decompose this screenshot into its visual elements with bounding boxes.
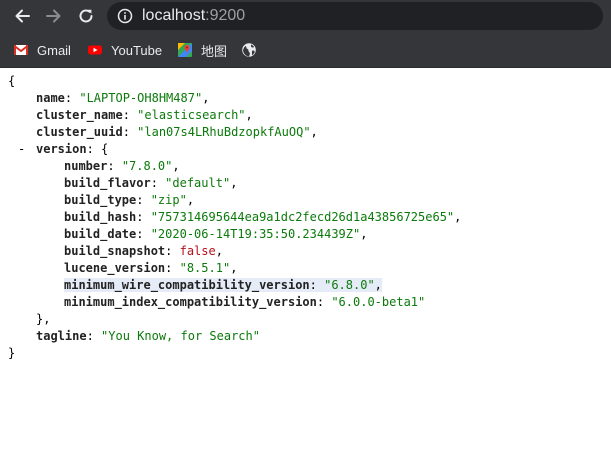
bookmark-label: 地图 bbox=[201, 43, 228, 59]
json-row-version: version: { bbox=[36, 142, 109, 156]
json-row-build-snapshot: build_snapshot: false, bbox=[64, 244, 223, 258]
json-string-value: "You Know, for Search" bbox=[101, 329, 260, 343]
json-object-open: { bbox=[101, 142, 109, 156]
forward-arrow-icon[interactable] bbox=[44, 6, 64, 26]
url-text[interactable]: localhost:9200 bbox=[142, 7, 245, 25]
json-key: build_snapshot bbox=[64, 244, 166, 258]
json-row-cluster-name: cluster_name: "elasticsearch", bbox=[36, 108, 253, 122]
json-row-min-wire: minimum_wire_compatibility_version: "6.8… bbox=[64, 277, 382, 294]
json-string-value: "LAPTOP-OH8HM487" bbox=[79, 91, 203, 105]
json-key: build_hash bbox=[64, 210, 137, 224]
json-key: build_flavor bbox=[64, 176, 151, 190]
bookmark-youtube[interactable]: YouTube bbox=[87, 33, 162, 67]
json-row-tagline: tagline: "You Know, for Search" bbox=[36, 329, 260, 343]
json-key: name bbox=[36, 91, 65, 105]
json-string-value: "zip" bbox=[150, 193, 187, 207]
bookmark-globe[interactable] bbox=[241, 33, 265, 67]
json-key: minimum_wire_compatibility_version bbox=[64, 278, 310, 292]
json-row-min-index: minimum_index_compatibility_version: "6.… bbox=[64, 295, 426, 309]
json-string-value: "2020-06-14T19:35:50.234439Z" bbox=[150, 227, 361, 241]
json-string-value: "default" bbox=[165, 176, 231, 190]
json-viewer: { name: "LAPTOP-OH8HM487", cluster_name:… bbox=[0, 68, 611, 452]
json-string-value: "lan07s4LRhuBdzopkfAuOQ" bbox=[137, 125, 311, 139]
json-string-value: "6.8.0" bbox=[324, 278, 375, 292]
json-string-value: "elasticsearch" bbox=[137, 108, 246, 122]
url-port: :9200 bbox=[205, 7, 246, 24]
json-row-highlight: minimum_wire_compatibility_version: "6.8… bbox=[64, 278, 382, 292]
json-string-value: "6.0.0-beta1" bbox=[331, 295, 426, 309]
browser-toolbar: localhost:9200 bbox=[0, 0, 611, 33]
json-string-value: "7.8.0" bbox=[121, 159, 173, 173]
json-close-brace: } bbox=[8, 346, 16, 360]
gmail-icon bbox=[13, 45, 29, 55]
bookmark-label: YouTube bbox=[111, 42, 163, 58]
json-row-lucene-version: lucene_version: "8.5.1", bbox=[64, 261, 238, 275]
collapse-toggle[interactable]: - bbox=[18, 141, 25, 158]
info-icon[interactable] bbox=[117, 8, 133, 24]
globe-icon bbox=[242, 43, 256, 57]
json-open-brace: { bbox=[8, 74, 16, 88]
json-key: build_date bbox=[64, 227, 137, 241]
json-key: minimum_index_compatibility_version bbox=[64, 295, 317, 309]
address-bar[interactable]: localhost:9200 bbox=[107, 2, 603, 30]
json-string-value: "8.5.1" bbox=[179, 261, 231, 275]
url-host: localhost bbox=[142, 7, 206, 24]
maps-icon bbox=[178, 43, 192, 57]
bookmark-maps[interactable]: 地图 bbox=[177, 33, 227, 67]
json-key: tagline bbox=[36, 329, 87, 343]
json-key: build_type bbox=[64, 193, 137, 207]
json-row-build-type: build_type: "zip", bbox=[64, 193, 195, 207]
json-string-value: "757314695644ea9a1dc2fecd26d1a43856725e6… bbox=[150, 210, 455, 224]
json-key: cluster_name bbox=[36, 108, 123, 122]
bookmark-gmail[interactable]: Gmail bbox=[13, 33, 71, 67]
json-key: version bbox=[36, 142, 87, 156]
json-row-build-date: build_date: "2020-06-14T19:35:50.234439Z… bbox=[64, 227, 368, 241]
bookmark-label: Gmail bbox=[37, 42, 71, 58]
json-row-cluster-uuid: cluster_uuid: "lan07s4LRhuBdzopkfAuOQ", bbox=[36, 125, 318, 139]
json-row-number: number: "7.8.0", bbox=[64, 159, 180, 173]
json-row-name: name: "LAPTOP-OH8HM487", bbox=[36, 91, 210, 105]
json-boolean-value: false bbox=[179, 244, 216, 258]
json-key: cluster_uuid bbox=[36, 125, 123, 139]
json-row-build-flavor: build_flavor: "default", bbox=[64, 176, 238, 190]
reload-icon[interactable] bbox=[76, 6, 96, 26]
back-arrow-icon[interactable] bbox=[12, 6, 32, 26]
json-row-build-hash: build_hash: "757314695644ea9a1dc2fecd26d… bbox=[64, 210, 462, 224]
json-key: number bbox=[64, 159, 108, 173]
youtube-icon bbox=[88, 45, 102, 55]
json-object-close: }, bbox=[36, 312, 51, 326]
bookmarks-bar: Gmail YouTube 地图 bbox=[0, 33, 611, 68]
json-key: lucene_version bbox=[64, 261, 166, 275]
